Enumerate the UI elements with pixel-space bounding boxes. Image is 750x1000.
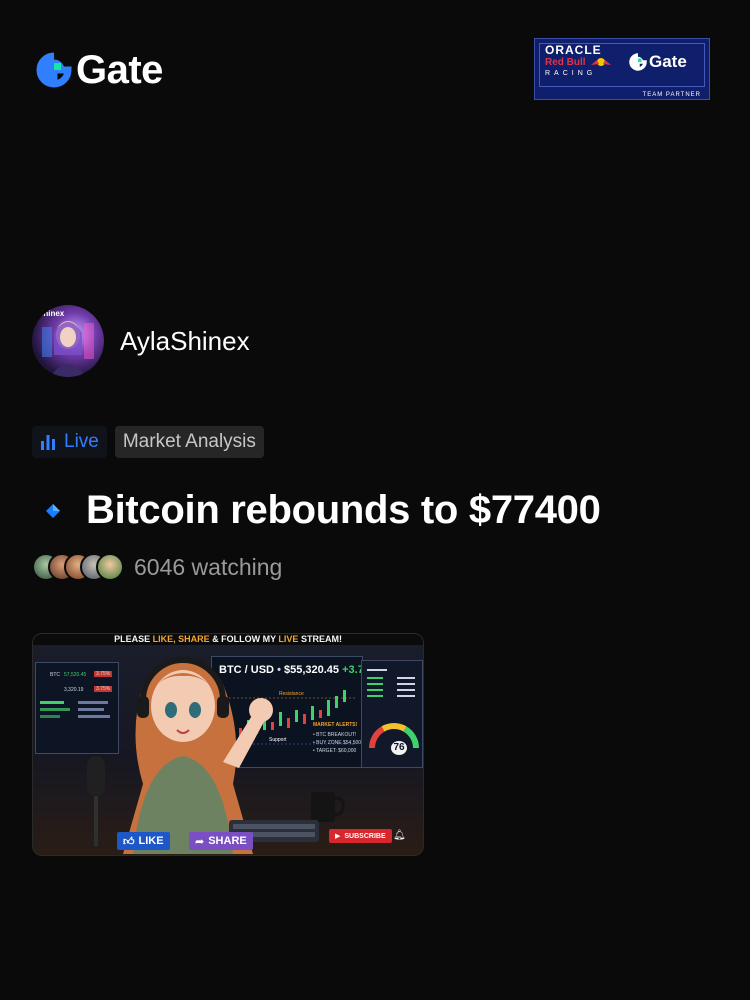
post-headline[interactable]: Bitcoin rebounds to $77400 [46, 488, 601, 533]
avatar-portrait-image [42, 321, 94, 377]
stream-thumbnail[interactable]: PLEASE LIKE, SHARE & FOLLOW MY LIVE STRE… [32, 633, 424, 856]
oracle-wordmark: ORACLE [545, 43, 602, 57]
live-bars-icon [41, 435, 55, 450]
partner-gate-text: Gate [649, 52, 687, 71]
author-avatar[interactable]: Shinex [32, 305, 104, 377]
microphone-icon [87, 756, 105, 846]
watching-count: 6046 watching [134, 553, 283, 580]
viewer-avatars [32, 553, 124, 581]
share-label: SHARE [208, 835, 247, 847]
alert-line-1: • BTC BREAKOUT! [313, 732, 357, 738]
redbull-icon [591, 58, 611, 66]
market-alerts-panel: MARKET ALERTS! • BTC BREAKOUT! • BUY ZON… [309, 720, 361, 760]
bell-icon: 🔔︎ [393, 830, 406, 841]
team-partner-label: TEAM PARTNER [642, 92, 701, 98]
like-label: LIKE [138, 835, 164, 847]
racing-wordmark: RACING [545, 70, 597, 77]
like-button[interactable]: 👍︎ LIKE [117, 832, 170, 850]
alert-line-3: • TARGET: $60,000 [313, 748, 357, 754]
category-label: Market Analysis [122, 431, 256, 452]
author-row[interactable]: Shinex AylaShinex [32, 305, 250, 377]
partner-gate-logo: Gate [629, 52, 687, 72]
author-name[interactable]: AylaShinex [120, 326, 250, 357]
live-label: Live [64, 431, 99, 452]
subscribe-label: SUBSCRIBE [344, 832, 386, 840]
redbull-wordmark: Red Bull [545, 57, 586, 68]
right-monitor-rows [367, 669, 415, 697]
post-title[interactable]: Bitcoin rebounds to $77400 [86, 488, 601, 533]
ticker-btc: BTC [50, 672, 60, 678]
play-icon: ▶ [335, 833, 341, 840]
coffee-mug-icon [311, 792, 345, 822]
pair-price: $55,320.45 [283, 664, 340, 676]
alert-title: MARKET ALERTS! [313, 722, 358, 728]
gate-logo-icon [629, 53, 647, 71]
share-button[interactable]: ➦ SHARE [189, 832, 253, 850]
banner-text-2: LIKE, SHARE [152, 634, 210, 644]
banner-text-5: STREAM! [298, 634, 342, 644]
team-partner-badge: ORACLE Red Bull RACING Gate TEAM PARTNER [534, 38, 710, 100]
share-arrow-icon: ➦ [195, 835, 205, 848]
tag-row: Live Market Analysis [32, 426, 264, 458]
live-badge: Live [32, 426, 107, 458]
logo-text: Gate [76, 48, 163, 92]
gate-logo[interactable]: Gate [36, 50, 163, 90]
thumbs-up-icon: 👍︎ [123, 835, 135, 848]
category-tag[interactable]: Market Analysis [114, 426, 264, 458]
viewer-avatar [96, 553, 124, 581]
alert-line-2: • BUY ZONE $54,500 [313, 740, 362, 746]
diamond-icon [46, 503, 60, 518]
gate-logo-icon [36, 52, 72, 88]
viewer-row: 6046 watching [32, 553, 282, 581]
banner-text-4: LIVE [278, 634, 299, 644]
banner-text-1: PLEASE [114, 634, 153, 644]
ticker-btc-price: 57,520.45 [64, 672, 87, 678]
subscribe-button[interactable]: ▶ SUBSCRIBE [329, 829, 392, 843]
gauge-value: 76 [391, 741, 407, 755]
banner-text-3: & FOLLOW MY [209, 634, 279, 644]
ticker-2-price: 3,320.19 [64, 687, 84, 693]
